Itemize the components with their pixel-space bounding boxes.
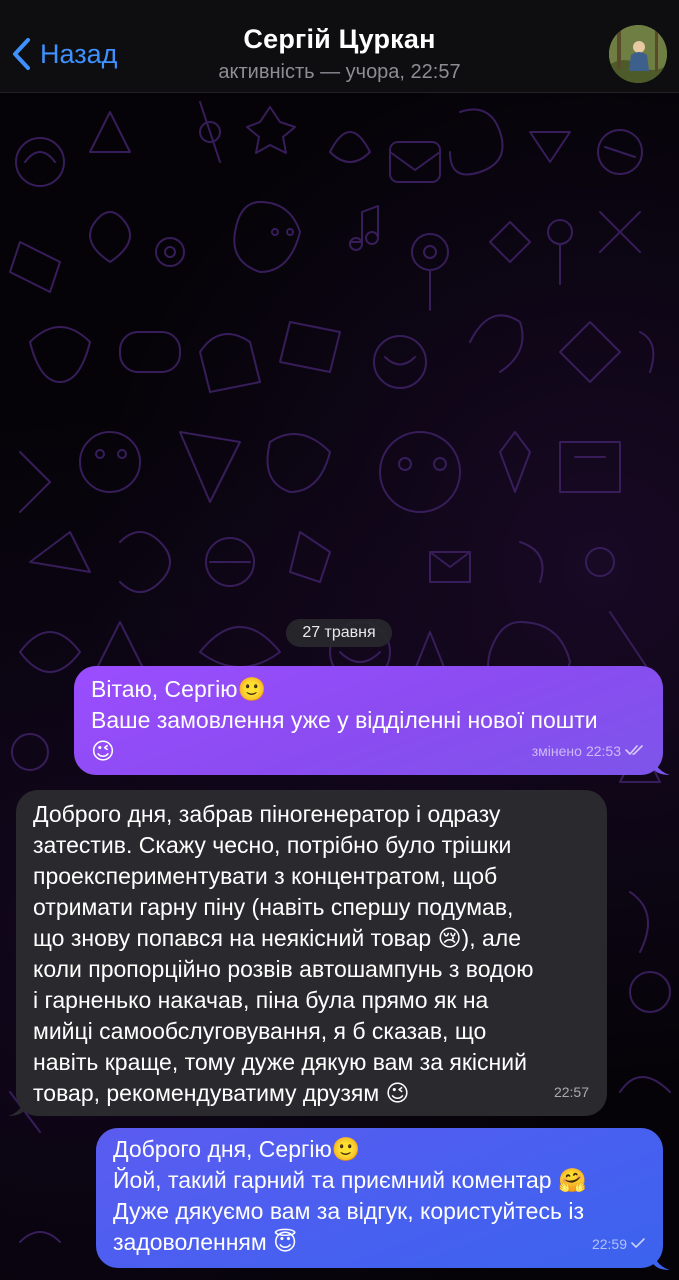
- message-incoming[interactable]: Доброго дня, забрав піногенератор і одра…: [16, 790, 607, 1116]
- message-line: коли пропорційно розвів автошампунь з во…: [33, 956, 534, 982]
- message-line: Вітаю, Сергію🙂: [91, 676, 267, 702]
- last-seen-status: активність — учора, 22:57: [218, 61, 461, 83]
- message-line: проекспериментувати з концентратом, щоб: [33, 863, 498, 889]
- message-time: 22:57: [553, 1084, 589, 1100]
- message-line: мийці самообслуговування, я б сказав, що: [33, 1018, 487, 1044]
- message-line: і гарненько накачав, піна була прямо як …: [33, 987, 489, 1013]
- contact-info[interactable]: Сергій Цуркан активність — учора, 22:57: [0, 24, 679, 84]
- message-outgoing[interactable]: Доброго дня, Сергію🙂 Йой, такий гарний т…: [96, 1128, 663, 1268]
- message-line: товар, рекомендуватиму друзям 😉: [33, 1080, 410, 1106]
- message-text: Доброго дня, Сергію🙂 Йой, такий гарний т…: [113, 1134, 647, 1258]
- message-line: Ваше замовлення уже у відділенні нової п…: [91, 707, 598, 733]
- edited-label: змінено: [531, 743, 582, 759]
- message-line: затестив. Скажу чесно, потрібно було трі…: [33, 832, 512, 858]
- message-line: 😉: [91, 738, 115, 764]
- message-line: Дуже дякуємо вам за відгук, користуйтесь…: [113, 1198, 584, 1224]
- message-line: Йой, такий гарний та приємний коментар 🤗: [113, 1167, 587, 1193]
- avatar-photo: [609, 25, 667, 83]
- message-line: Доброго дня, Сергію🙂: [113, 1136, 361, 1162]
- avatar[interactable]: [609, 25, 667, 83]
- chat-header: Назад Сергій Цуркан активність — учора, …: [0, 0, 679, 93]
- message-meta: 22:57: [554, 1077, 589, 1108]
- message-time: 22:59: [591, 1236, 627, 1252]
- check-icon: [631, 1229, 645, 1260]
- message-text: Доброго дня, забрав піногенератор і одра…: [33, 799, 591, 1109]
- double-check-icon: [625, 736, 645, 767]
- message-line: задоволенням 😇: [113, 1229, 298, 1255]
- message-meta: 22:59: [592, 1229, 645, 1260]
- message-line: що знову попався на неякісний товар 😢), …: [33, 925, 521, 951]
- message-time: 22:53: [585, 743, 621, 759]
- message-line: Доброго дня, забрав піногенератор і одра…: [33, 801, 501, 827]
- contact-name: Сергій Цуркан: [243, 24, 436, 54]
- message-outgoing[interactable]: Вітаю, Сергію🙂 Ваше замовлення уже у від…: [74, 666, 663, 775]
- message-meta: змінено 22:53: [532, 736, 645, 767]
- message-line: навіть краще, тому дуже дякую вам за які…: [33, 1049, 527, 1075]
- message-line: отримати гарну піну (навіть спершу подум…: [33, 894, 514, 920]
- date-separator: 27 травня: [286, 619, 392, 647]
